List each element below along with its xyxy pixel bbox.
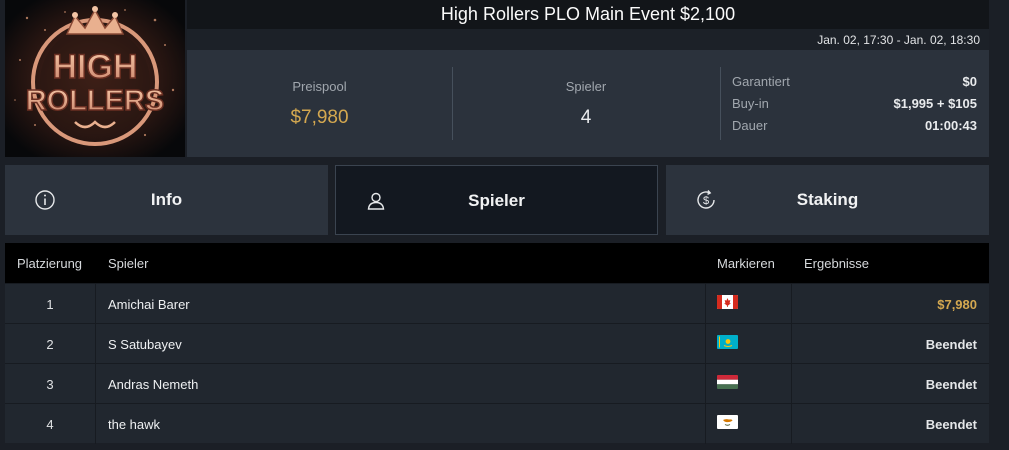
players-label: Spieler — [565, 79, 607, 94]
header-mark[interactable]: Markieren — [717, 256, 775, 271]
header-place[interactable]: Platzierung — [17, 256, 82, 271]
row-player-name[interactable]: S Satubayev — [108, 337, 182, 352]
tournament-dates: Jan. 02, 17:30 - Jan. 02, 18:30 — [817, 33, 980, 47]
detail-value: $0 — [962, 74, 977, 89]
row-place: 4 — [46, 417, 54, 432]
canada-flag-icon — [717, 295, 738, 309]
table-row[interactable]: 3 Andras Nemeth Beendet — [5, 363, 989, 404]
header-results[interactable]: Ergebnisse — [804, 256, 869, 271]
detail-buy-in: Buy-in $1,995 + $105 — [732, 94, 977, 116]
divider — [720, 67, 721, 140]
tab-info[interactable]: Info — [5, 165, 328, 235]
table-header: Platzierung Spieler Markieren Ergebnisse — [5, 243, 989, 283]
prizepool-stat: Preispool $7,980 — [187, 50, 452, 157]
logo-text-high: HIGH — [53, 48, 138, 86]
detail-duration: Dauer 01:00:43 — [732, 116, 977, 138]
detail-value: 01:00:43 — [924, 118, 977, 133]
tab-players[interactable]: Spieler — [335, 165, 658, 235]
players-stat: Spieler 4 — [452, 50, 720, 157]
prizepool-label: Preispool — [292, 79, 347, 94]
row-result: $7,980 — [937, 297, 977, 312]
tab-staking-label: Staking — [796, 190, 859, 209]
row-place: 2 — [46, 337, 54, 352]
row-result: Beendet — [925, 377, 977, 392]
tab-info-label: Info — [150, 190, 183, 209]
tab-players-label: Spieler — [468, 191, 525, 210]
page-title: High Rollers PLO Main Event $2,100 — [440, 4, 736, 24]
header-player[interactable]: Spieler — [108, 256, 148, 271]
players-value: 4 — [580, 107, 592, 128]
row-player-name[interactable]: the hawk — [108, 417, 160, 432]
players-table: Platzierung Spieler Markieren Ergebnisse… — [5, 243, 989, 444]
row-result: Beendet — [925, 337, 977, 352]
title-bar: High Rollers PLO Main Event $2,100 — [187, 0, 989, 29]
stats-panel: Preispool $7,980 Spieler 4 Garantiert $0… — [187, 50, 989, 157]
table-row[interactable]: 4 the hawk Beendet — [5, 403, 989, 444]
kazakhstan-flag-icon — [717, 335, 738, 349]
row-place: 1 — [46, 297, 54, 312]
table-row[interactable]: 2 S Satubayev Beendet — [5, 323, 989, 364]
detail-label: Dauer — [732, 118, 768, 133]
high-rollers-logo-image: HIGH ROLLERS — [5, 0, 185, 157]
tab-bar: Info Spieler $ Staking — [5, 165, 989, 235]
row-player-name[interactable]: Andras Nemeth — [108, 377, 198, 392]
detail-value: $1,995 + $105 — [893, 96, 978, 111]
tournament-details: Garantiert $0 Buy-in $1,995 + $105 Dauer… — [732, 72, 977, 138]
date-bar: Jan. 02, 17:30 - Jan. 02, 18:30 — [187, 29, 989, 50]
detail-label: Garantiert — [732, 74, 790, 89]
cyprus-flag-icon — [717, 415, 738, 429]
detail-label: Buy-in — [732, 96, 769, 111]
prizepool-value: $7,980 — [290, 107, 349, 128]
detail-guaranteed: Garantiert $0 — [732, 72, 977, 94]
tournament-logo: HIGH ROLLERS — [5, 0, 185, 157]
row-result: Beendet — [925, 417, 977, 432]
hungary-flag-icon — [717, 375, 738, 389]
table-row[interactable]: 1 Amichai Barer $7,980 — [5, 283, 989, 324]
row-player-name[interactable]: Amichai Barer — [108, 297, 190, 312]
logo-text-rollers: ROLLERS — [26, 85, 165, 117]
row-place: 3 — [46, 377, 54, 392]
tab-staking[interactable]: $ Staking — [666, 165, 989, 235]
